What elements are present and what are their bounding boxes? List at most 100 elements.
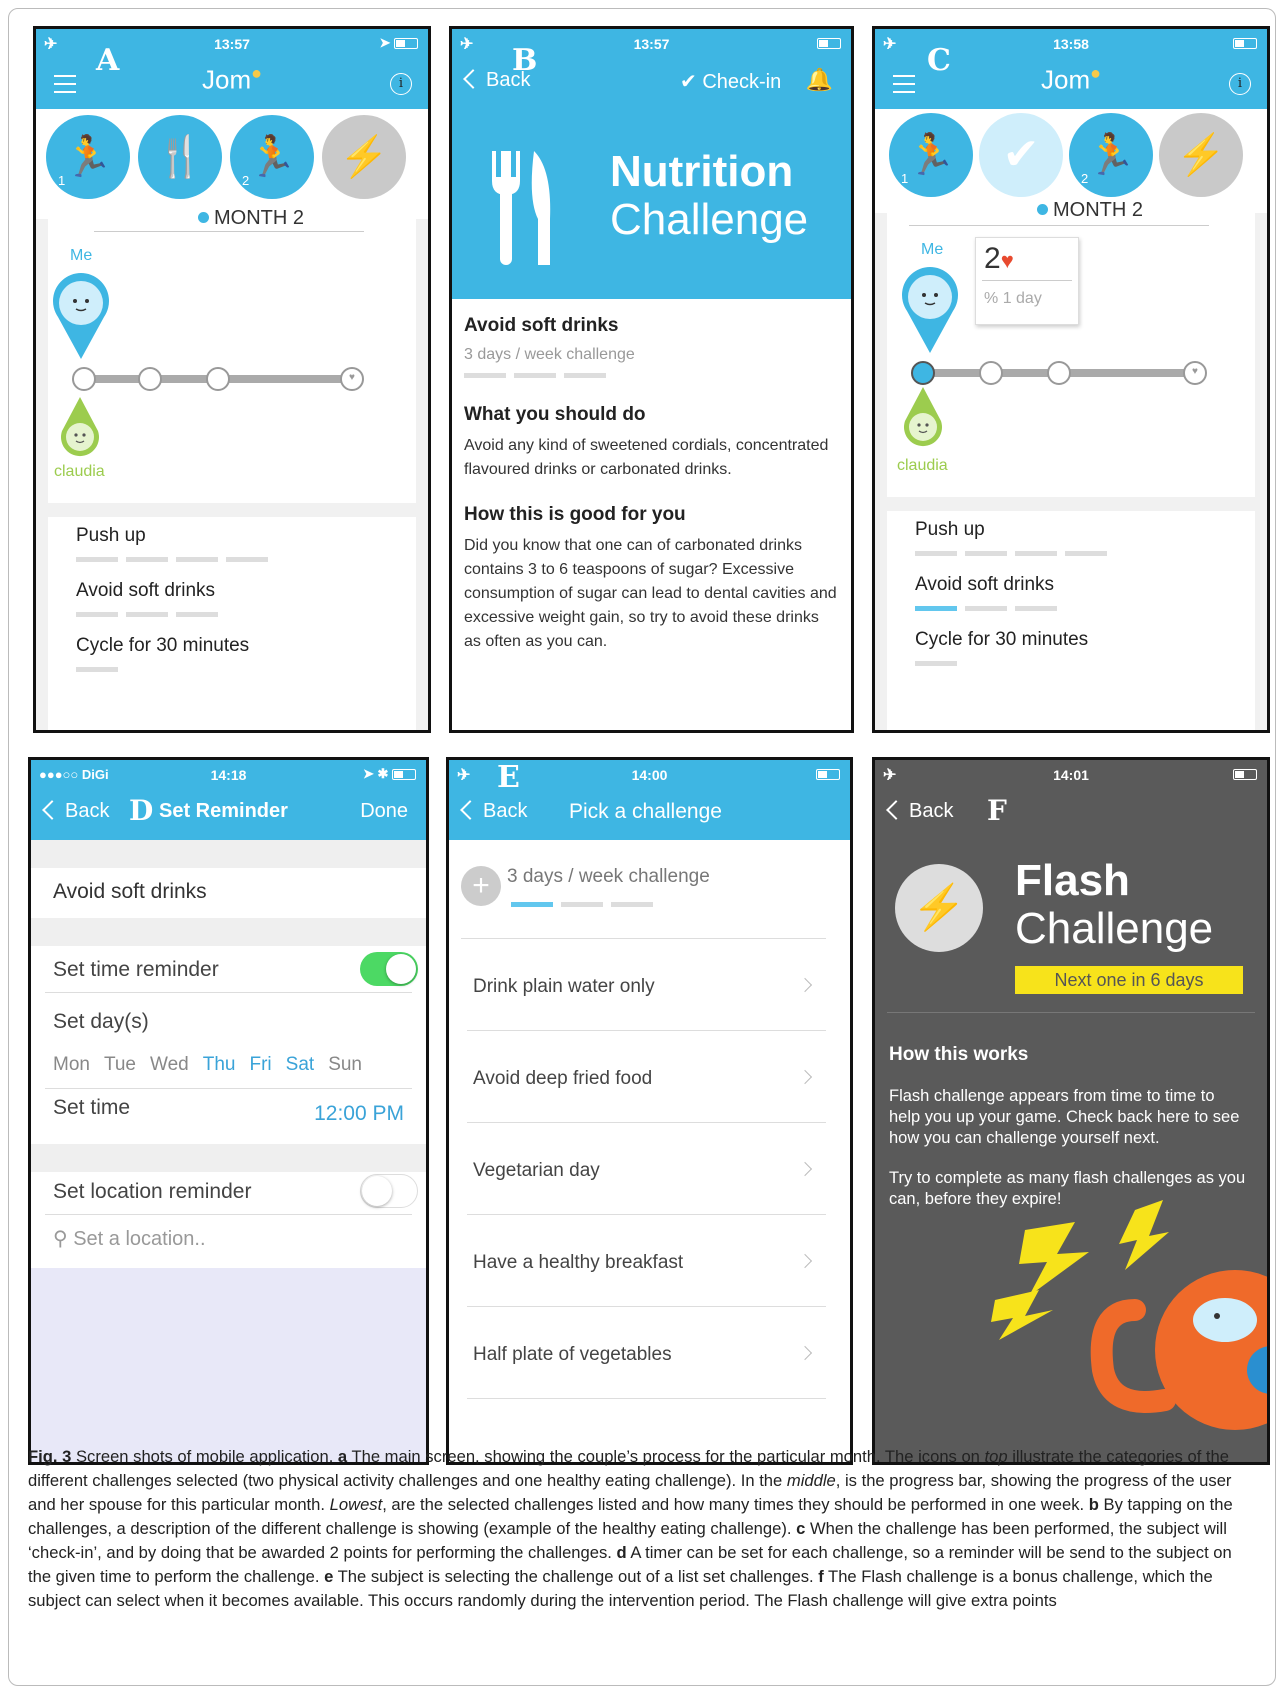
- challenge-name: Avoid soft drinks: [53, 880, 207, 903]
- checked-nutrition-icon[interactable]: ✔: [979, 113, 1063, 197]
- app-title: Jom●: [202, 63, 262, 95]
- section-gap: [31, 840, 426, 868]
- physical-activity-icon[interactable]: 🏃 1: [889, 113, 973, 197]
- panel-f: ✈ 14:01 Back F ⚡ Flash Challenge Next on…: [872, 757, 1270, 1465]
- back-button[interactable]: Back: [42, 799, 109, 823]
- panel-d: ●●●○○ DiGi 14:18 ➤ ✱ Back D Set Reminder…: [28, 757, 429, 1465]
- challenge-push-up[interactable]: Push up: [76, 525, 146, 547]
- info-icon[interactable]: i: [390, 73, 412, 95]
- spouse-label: claudia: [897, 457, 948, 474]
- day-wed[interactable]: Wed: [150, 1054, 189, 1075]
- how-text: Flash challenge appears from time to tim…: [889, 1087, 1240, 1147]
- challenge-row: Avoid soft drinks: [31, 868, 426, 918]
- challenge-title: Avoid soft drinks: [464, 315, 619, 336]
- status-bar: ✈ 14:01: [875, 760, 1267, 790]
- check-in-button[interactable]: ✔ Check-in: [680, 69, 781, 94]
- back-button[interactable]: Back: [460, 799, 527, 823]
- nutrition-icon[interactable]: 🍴: [138, 115, 222, 199]
- status-bar: ●●●○○ DiGi 14:18 ➤ ✱: [31, 760, 426, 790]
- progress-node: [979, 361, 1003, 385]
- challenge-option[interactable]: Avoid deep fried food: [473, 1068, 820, 1090]
- challenge-option[interactable]: Drink plain water only: [473, 976, 820, 998]
- status-bar: ✈ 13:57 ➤: [36, 29, 428, 59]
- challenge-avoid-soft-drinks[interactable]: Avoid soft drinks: [76, 580, 215, 602]
- me-avatar-pin: [902, 267, 958, 353]
- chevron-right-icon: [797, 1161, 813, 1177]
- location-reminder-toggle[interactable]: [360, 1174, 418, 1208]
- progress-node: [1047, 361, 1071, 385]
- battery-icon: [817, 35, 841, 50]
- me-label: Me: [921, 241, 944, 258]
- challenge-progress: [464, 373, 839, 378]
- chevron-right-icon: [797, 977, 813, 993]
- set-time-value[interactable]: 12:00 PM: [314, 1102, 404, 1126]
- section-gap: [31, 918, 426, 946]
- physical-activity-icon[interactable]: 🏃 1: [46, 115, 130, 199]
- month-divider: [909, 225, 1209, 226]
- goal-heart-icon: ♥: [1183, 361, 1207, 385]
- challenge-cycle[interactable]: Cycle for 30 minutes: [915, 629, 1088, 651]
- challenge-option[interactable]: Half plate of vegetables: [473, 1344, 820, 1366]
- challenge-progress: [76, 667, 126, 672]
- how-heading: How this is good for you: [464, 504, 686, 525]
- figure-caption: Fig. 3 Screen shots of mobile applicatio…: [28, 1447, 1233, 1610]
- chevron-right-icon: [797, 1069, 813, 1085]
- location-reminder-section: Set location reminder ⚲ Set a location..: [31, 1172, 426, 1268]
- challenge-cycle[interactable]: Cycle for 30 minutes: [76, 635, 249, 657]
- day-thu[interactable]: Thu: [203, 1054, 236, 1075]
- panel-e: ✈ 14:00 E Back Pick a challenge + 3 days…: [446, 757, 853, 1465]
- challenge-progress: [915, 661, 965, 666]
- spouse-label: claudia: [54, 463, 105, 480]
- challenge-frequency: 3 days / week challenge: [464, 346, 635, 363]
- flash-icon[interactable]: ⚡: [1159, 113, 1243, 197]
- hero-title: Nutrition: [610, 147, 794, 196]
- progress-node: [206, 367, 230, 391]
- challenge-push-up[interactable]: Push up: [915, 519, 985, 541]
- points-value: 2♥: [984, 242, 1014, 275]
- day-picker: Mon Tue Wed Thu Fri Sat Sun: [53, 1054, 376, 1076]
- fork-knife-icon: [492, 151, 551, 265]
- physical-activity-icon[interactable]: 🏃 2: [230, 115, 314, 199]
- search-icon: ⚲: [53, 1228, 68, 1250]
- streak: % 1 day: [984, 290, 1042, 307]
- bell-icon[interactable]: 🔔: [806, 67, 833, 93]
- how-text: Did you know that one can of carbonated …: [464, 537, 837, 650]
- challenge-avoid-soft-drinks[interactable]: Avoid soft drinks: [915, 574, 1054, 596]
- location-search[interactable]: ⚲ Set a location..: [53, 1226, 206, 1251]
- hero-title: Flash: [1015, 856, 1130, 905]
- day-sun[interactable]: Sun: [328, 1054, 362, 1075]
- day-fri[interactable]: Fri: [250, 1054, 272, 1075]
- chevron-right-icon: [797, 1345, 813, 1361]
- page-title: Pick a challenge: [569, 800, 722, 823]
- challenge-option[interactable]: Have a healthy breakfast: [473, 1252, 820, 1274]
- flash-icon[interactable]: ⚡: [322, 115, 406, 199]
- info-icon[interactable]: i: [1229, 73, 1251, 95]
- day-sat[interactable]: Sat: [286, 1054, 315, 1075]
- heart-icon: ♥: [1000, 248, 1014, 273]
- day-mon[interactable]: Mon: [53, 1054, 90, 1075]
- time-reminder-toggle[interactable]: [360, 952, 418, 986]
- link-icon: %: [984, 290, 999, 307]
- what-text: Avoid any kind of sweetened cordials, co…: [464, 437, 829, 478]
- back-button[interactable]: Back: [886, 799, 953, 823]
- battery-icon: [816, 766, 840, 781]
- back-button[interactable]: Back: [463, 68, 530, 92]
- flash-icon: ⚡: [895, 864, 983, 952]
- spouse-avatar-drop: [904, 387, 942, 447]
- hero-subtitle: Challenge: [610, 195, 809, 244]
- challenge-progress: [76, 557, 276, 562]
- battery-icon: [1233, 35, 1257, 50]
- chevron-right-icon: [797, 1253, 813, 1269]
- me-label: Me: [70, 247, 93, 264]
- challenge-option[interactable]: Vegetarian day: [473, 1160, 820, 1182]
- location-pin-icon: ●: [1090, 63, 1101, 83]
- day-tue[interactable]: Tue: [104, 1054, 136, 1075]
- set-time-label: Set time: [53, 1096, 131, 1119]
- progress-node: [72, 367, 96, 391]
- add-icon[interactable]: +: [461, 866, 501, 906]
- location-reminder-label: Set location reminder: [53, 1180, 252, 1203]
- physical-activity-icon[interactable]: 🏃 2: [1069, 113, 1153, 197]
- challenge-frequency: 3 days / week challenge: [507, 866, 710, 887]
- done-button[interactable]: Done: [360, 800, 408, 823]
- challenge-progress: [915, 606, 1065, 611]
